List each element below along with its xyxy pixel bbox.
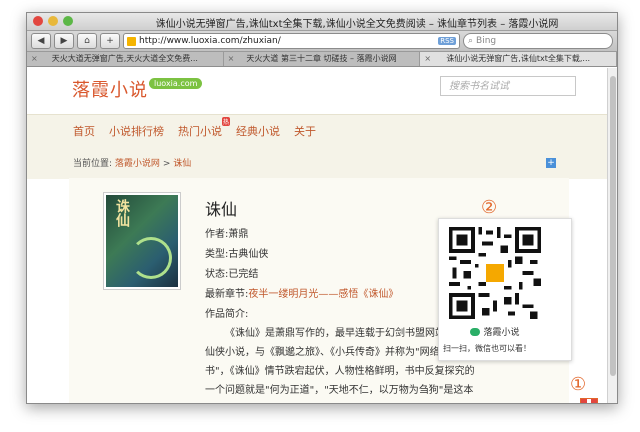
site-search-input[interactable]: 搜索书名试试 <box>440 76 576 96</box>
latest-chapter-link[interactable]: 夜半一缕明月光——感悟《诛仙》 <box>248 289 398 300</box>
breadcrumb: 当前位置: 落霞小说网 > 诛仙 <box>73 156 191 169</box>
share-plus-icon[interactable]: + <box>546 158 556 168</box>
forward-button[interactable]: ▶ <box>54 33 74 49</box>
back-button[interactable]: ◀ <box>31 33 51 49</box>
breadcrumb-current[interactable]: 诛仙 <box>173 159 191 169</box>
tab-1[interactable]: × 天火大道无弹窗广告,天火大道全文免费... <box>27 52 224 66</box>
title-bar: 诛仙小说无弹窗广告,诛仙txt全集下载,诛仙小说全文免费阅读 – 诛仙章节列表 … <box>27 13 617 31</box>
intro-label-row: 作品简介: <box>205 305 248 320</box>
breadcrumb-prefix: 当前位置: <box>73 159 113 169</box>
home-button[interactable]: ⌂ <box>77 33 97 49</box>
url-text: http://www.luoxia.com/zhuxian/ <box>139 36 281 46</box>
rss-button[interactable]: RSS <box>438 37 456 45</box>
qr-code-icon <box>449 227 541 319</box>
tab-strip: × 天火大道无弹窗广告,天火大道全文免费... × 天火大道 第三十二章 切磋技 –… <box>27 52 617 67</box>
add-bookmark-button[interactable]: + <box>100 33 120 49</box>
nav-home[interactable]: 首页 <box>73 123 95 139</box>
status-label: 状态: <box>205 269 229 280</box>
nav-hot-label: 热门小说 <box>178 125 222 138</box>
tab-2[interactable]: × 天火大道 第三十二章 切磋技 – 落霞小说网 <box>224 52 421 66</box>
scrollbar-thumb[interactable] <box>610 76 616 376</box>
cover-art: 诛仙 <box>106 195 178 287</box>
book-cover[interactable]: 诛仙 <box>103 192 181 290</box>
latest-chapter-label: 最新章节: <box>205 289 249 300</box>
latest-chapter-row: 最新章节:夜半一缕明月光——感悟《诛仙》 <box>205 285 398 300</box>
browser-search-input[interactable]: ⌕ Bing <box>463 33 613 49</box>
search-icon: ⌕ <box>468 36 474 46</box>
nav-rankings[interactable]: 小说排行榜 <box>109 123 164 139</box>
cover-title: 诛仙 <box>114 199 130 227</box>
minimize-window-button[interactable] <box>48 16 58 26</box>
browser-toolbar: ◀ ▶ ⌂ + http://www.luoxia.com/zhuxian/ R… <box>27 31 617 52</box>
qr-caption: 扫一扫，微信也可以看！ <box>443 344 531 353</box>
browser-search-placeholder: Bing <box>476 36 497 46</box>
wechat-qr-popup: 落霞小说 扫一扫，微信也可以看！ <box>438 218 572 361</box>
type-row: 类型:古典仙侠 <box>205 245 268 260</box>
nav-classic-novels[interactable]: 经典小说 <box>236 123 280 139</box>
tab-3-active[interactable]: × 诛仙小说无弹窗广告,诛仙txt全集下载,... <box>420 52 617 66</box>
dragon-illustration-icon <box>130 237 172 279</box>
annotation-marker-2: ② <box>481 197 498 218</box>
tab-label: 天火大道 第三十二章 切磋技 – 落霞小说网 <box>246 54 397 63</box>
zoom-window-button[interactable] <box>63 16 73 26</box>
intro-label: 作品简介: <box>205 309 249 320</box>
tab-close-icon[interactable]: × <box>424 52 431 66</box>
window-title: 诛仙小说无弹窗广告,诛仙txt全集下载,诛仙小说全文免费阅读 – 诛仙章节列表 … <box>155 19 559 30</box>
qr-name-text: 落霞小说 <box>483 328 520 338</box>
breadcrumb-home-link[interactable]: 落霞小说网 <box>115 159 160 169</box>
author-row: 作者:萧鼎 <box>205 225 248 240</box>
author-value: 萧鼎 <box>228 229 249 240</box>
nav-hot-novels[interactable]: 热门小说热 <box>178 117 230 139</box>
author-label: 作者: <box>205 229 229 240</box>
breadcrumb-separator: > <box>162 159 171 169</box>
status-value: 已完结 <box>228 269 259 280</box>
status-row: 状态:已完结 <box>205 265 258 280</box>
qr-account-name: 落霞小说 <box>439 325 551 338</box>
tab-close-icon[interactable]: × <box>31 52 38 66</box>
tab-close-icon[interactable]: × <box>228 52 235 66</box>
browser-window: 诛仙小说无弹窗广告,诛仙txt全集下载,诛仙小说全文免费阅读 – 诛仙章节列表 … <box>26 12 618 404</box>
tab-label: 天火大道无弹窗广告,天火大道全文免费... <box>51 54 198 63</box>
book-title: 诛仙 <box>205 200 238 219</box>
site-logo[interactable]: 落霞小说 <box>72 76 148 102</box>
annotation-marker-1: ① <box>570 374 587 395</box>
tab-label: 诛仙小说无弹窗广告,诛仙txt全集下载,... <box>446 54 591 63</box>
close-window-button[interactable] <box>33 16 43 26</box>
wechat-icon <box>470 328 481 336</box>
logo-domain-badge: luoxia.com <box>149 78 203 89</box>
breadcrumb-bar: 当前位置: 落霞小说网 > 诛仙 + <box>27 147 608 179</box>
main-nav: 首页 小说排行榜 热门小说热 经典小说 关于 <box>27 114 608 147</box>
vertical-scrollbar[interactable] <box>607 68 617 403</box>
site-header: 落霞小说 luoxia.com 搜索书名试试 <box>27 68 608 114</box>
type-value: 古典仙侠 <box>228 249 269 260</box>
type-label: 类型: <box>205 249 229 260</box>
site-favicon-icon <box>127 36 136 46</box>
book-description: 《诛仙》是萧鼎写作的，最早连载于幻剑书盟网站的一部仙侠小说，与《飘邈之旅》、《小… <box>205 328 475 396</box>
qr-toggle-button[interactable] <box>580 398 598 403</box>
window-controls <box>33 16 73 26</box>
address-bar[interactable]: http://www.luoxia.com/zhuxian/ RSS <box>123 33 460 49</box>
hot-badge: 热 <box>221 117 230 126</box>
nav-about[interactable]: 关于 <box>294 123 316 139</box>
web-page: 落霞小说 luoxia.com 搜索书名试试 首页 小说排行榜 热门小说热 经典… <box>27 68 608 403</box>
